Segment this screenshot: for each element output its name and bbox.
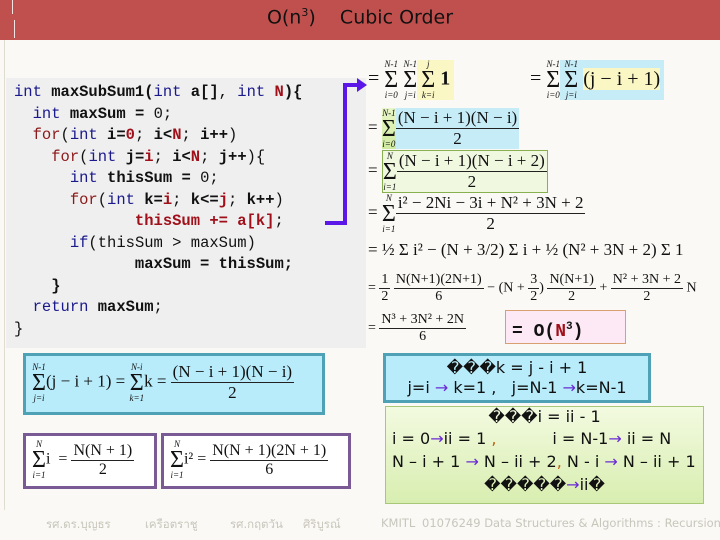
- code-line: thisSum += a[k];: [134, 212, 284, 230]
- equation-5: = ½ Σ i² − (N + 3/2) Σ i + ½ (N² + 3N + …: [368, 240, 684, 259]
- note-line: i = 0→ii = 1 , i = N-1→ ii = N: [392, 429, 672, 448]
- equation-4: = N Σi=1 i² − 2Ni − 3i + N² + 3N + 22: [368, 192, 586, 234]
- arrow-right-icon: →: [566, 475, 580, 494]
- identity-sum-k-box: N-1 Σj=i (j − i + 1) = N-i Σk=1 k = (N − i +…: [23, 353, 325, 415]
- connector-arrow-horizontal-bottom: [325, 221, 345, 225]
- equation-2: = N-1 Σi=0 (N − i + 1)(N − i) 2: [368, 107, 520, 149]
- connector-arrowhead-icon: [357, 78, 367, 92]
- arrow-right-icon: →: [562, 378, 576, 397]
- footer-author-2: เครือตราชู: [145, 517, 198, 531]
- footer-course: 01076249 Data Structures & Algorithms : …: [422, 516, 720, 530]
- equation-6: = 12 N(N+1)(2N+1) 6 − (N + 3 2) N(N+1) 2 + …: [368, 272, 697, 304]
- code-line: maxSum = thisSum;: [134, 255, 294, 273]
- slide-title: O(n3) Cubic Order: [266, 6, 454, 29]
- substitution-k-note: ���k = j - i + 1 j=i → k=1 , j=N-1 →k=N-…: [383, 353, 651, 403]
- equation-1: = N-1 Σi=0 N-1 Σj=i j Σk=i 1: [368, 60, 455, 100]
- code-block: int maxSubSum1(int a[], int N){ int maxS…: [14, 82, 302, 340]
- code-line: }: [51, 276, 61, 295]
- slide-header: O(n3) Cubic Order: [0, 0, 720, 40]
- footer-author-3: รศ.กฤตวัน: [230, 517, 283, 531]
- connector-arrow-vertical: [343, 83, 347, 225]
- arrow-right-icon: →: [465, 452, 479, 471]
- identity-sum-i2-box: N Σi=1 i² = N(N + 1)(2N + 1) 6: [161, 433, 351, 489]
- code-line: for(int k=i; k<=j; k++): [69, 190, 284, 209]
- code-line: if(thisSum > maxSum): [69, 233, 256, 252]
- code-line: }: [14, 319, 24, 338]
- code-line: int maxSubSum1(int a[], int N){: [14, 83, 303, 101]
- arrow-right-icon: →: [608, 429, 622, 448]
- note-line: j=i → k=1 , j=N-1 →k=N-1: [407, 378, 627, 397]
- left-rule: [4, 40, 5, 510]
- arrow-right-icon: →: [604, 452, 618, 471]
- arrow-right-icon: →: [434, 378, 449, 397]
- arrow-right-icon: →: [430, 429, 444, 448]
- code-line: int maxSum = 0;: [32, 104, 173, 123]
- note-line: �����→ii�: [484, 475, 605, 494]
- code-line: int thisSum = 0;: [69, 169, 219, 187]
- note-line: ���k = j - i + 1: [446, 358, 588, 377]
- identity-sum-i-box: N Σi=1 i = N(N + 1) 2: [23, 433, 157, 489]
- equation-1-right: = N-1 Σi=0 N-1 Σj=i (j − i + 1): [530, 60, 665, 100]
- code-line: for(int i=0; i<N; i++): [32, 126, 238, 144]
- note-line: N – i + 1 → N – ii + 2, N - i → N – ii +…: [392, 452, 696, 471]
- code-line: return maxSum;: [32, 298, 163, 316]
- footer-author-1: รศ.ดร.บุญธร: [46, 517, 111, 531]
- big-o-result: = O(N3): [505, 310, 626, 344]
- equation-3: = N Σi=1 (N − i + 1)(N − i + 2) 2: [368, 150, 548, 193]
- note-line: ���i = ii - 1: [488, 407, 601, 426]
- equation-7: = N³ + 3N² + 2N 6: [368, 312, 466, 344]
- footer-org: KMITL: [381, 516, 416, 530]
- substitution-i-note: ���i = ii - 1 i = 0→ii = 1 , i = N-1→ ii…: [385, 406, 704, 504]
- code-line: for(int j=i; i<N; j++){: [51, 147, 266, 166]
- footer-author-4: ศิริบูรณ์: [303, 517, 341, 531]
